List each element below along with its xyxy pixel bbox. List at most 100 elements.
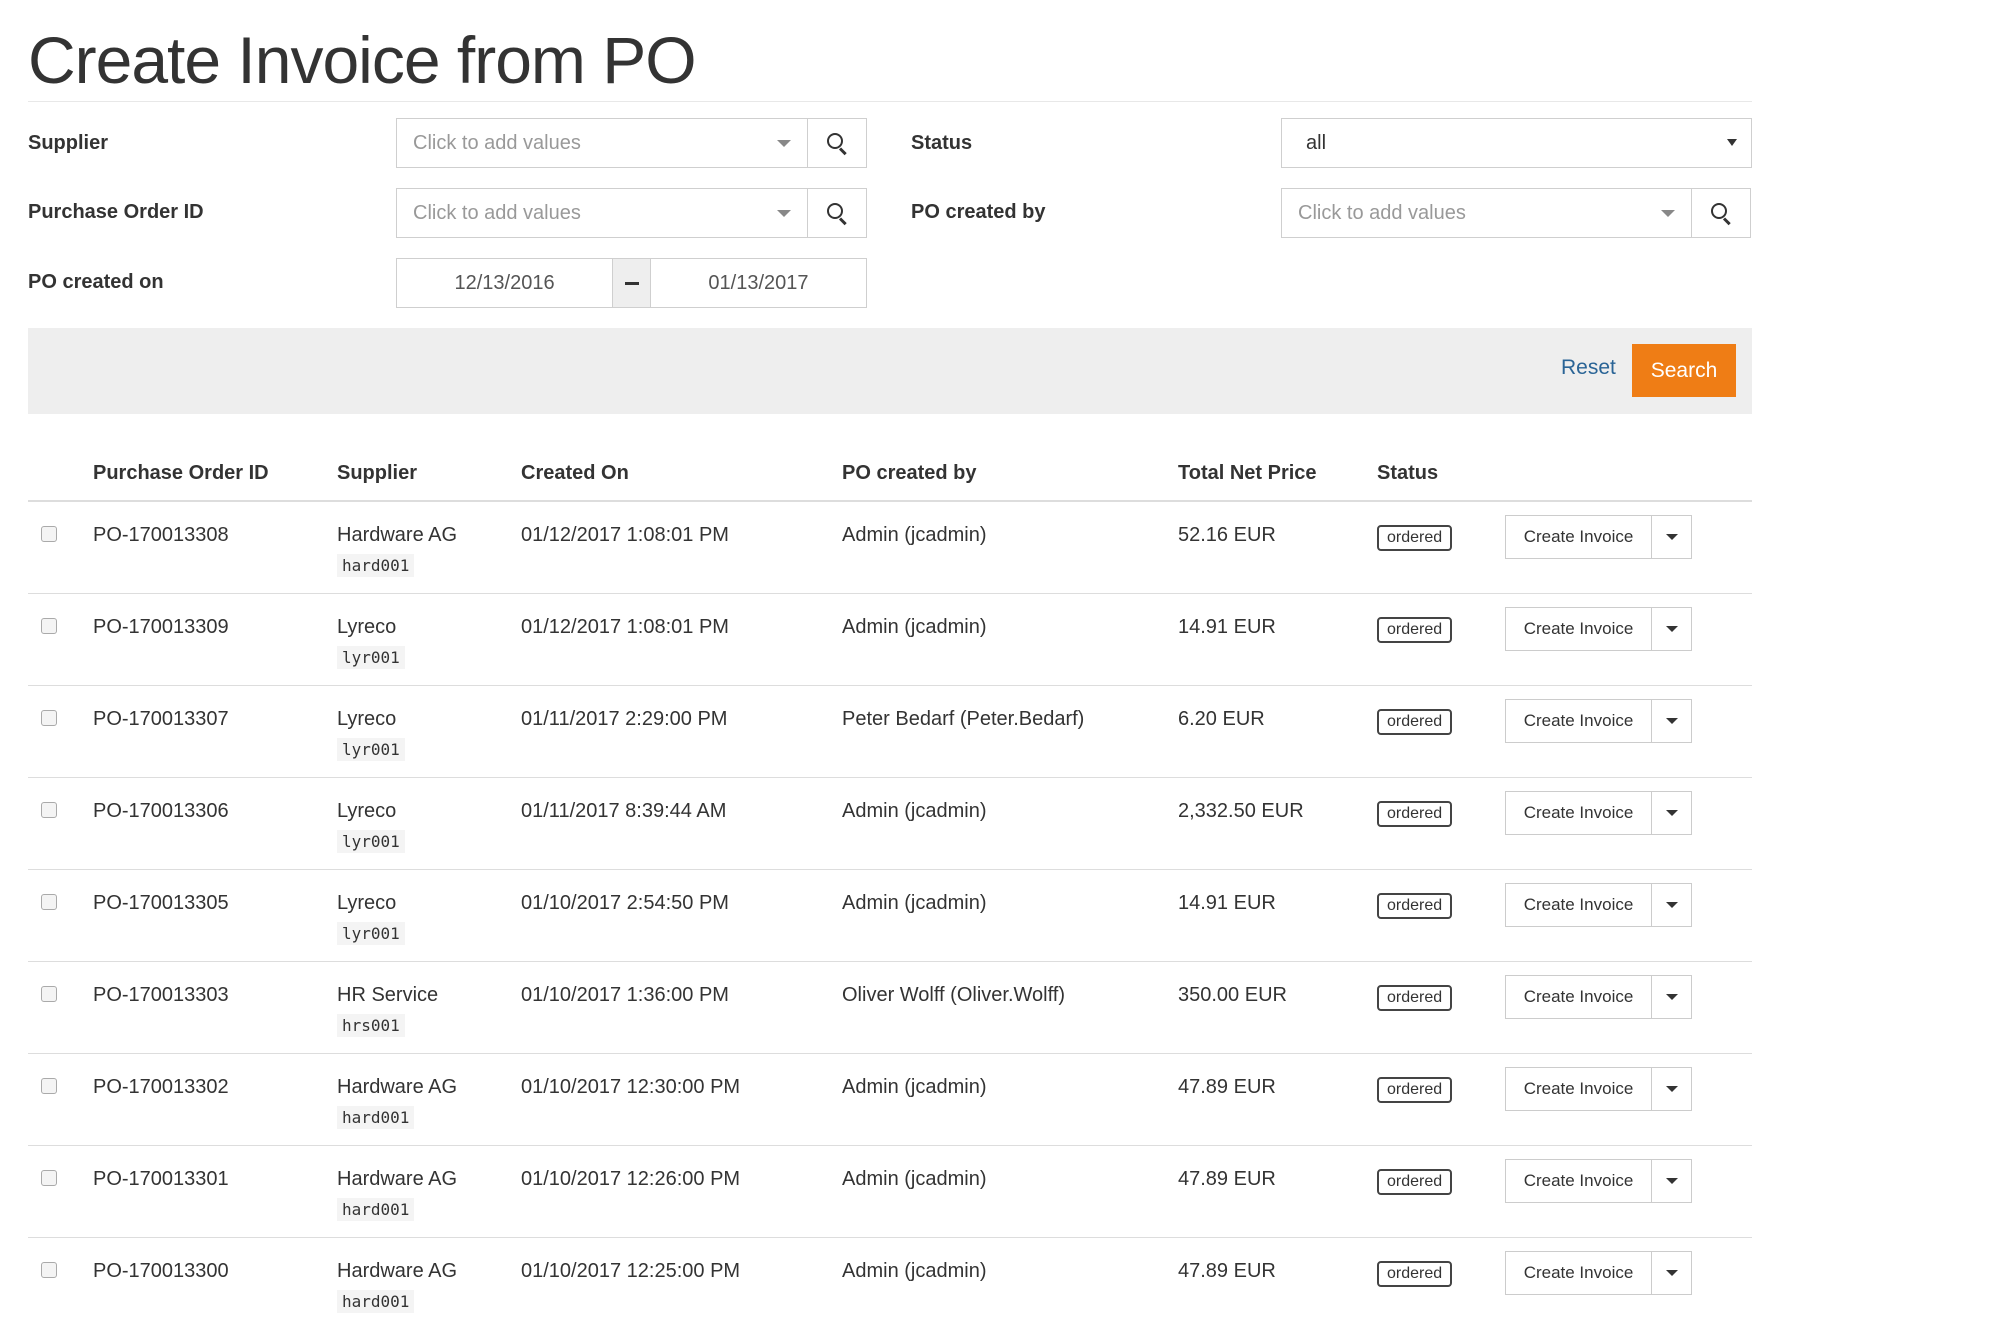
chevron-down-icon[interactable]: [777, 140, 791, 147]
create-invoice-button[interactable]: Create Invoice: [1506, 1160, 1651, 1202]
supplier-code: lyr001: [337, 738, 405, 761]
supplier-code: hard001: [337, 1290, 415, 1313]
po-created-by-input[interactable]: Click to add values: [1282, 189, 1691, 237]
status-label: Status: [911, 132, 973, 154]
search-button[interactable]: Search: [1632, 344, 1736, 397]
created-by: Admin (jcadmin): [842, 800, 987, 822]
po-created-by-search-button[interactable]: [1691, 189, 1750, 237]
create-invoice-dropdown-toggle[interactable]: [1651, 1160, 1691, 1202]
create-invoice-split-button: Create Invoice: [1505, 699, 1692, 743]
create-invoice-button[interactable]: Create Invoice: [1506, 1252, 1651, 1294]
net-price: 47.89 EUR: [1178, 1076, 1276, 1098]
supplier-code: lyr001: [337, 646, 405, 669]
purchase-order-id-combobox[interactable]: Click to add values: [396, 188, 867, 238]
po-id: PO-170013301: [93, 1168, 229, 1190]
create-invoice-dropdown-toggle[interactable]: [1651, 976, 1691, 1018]
search-icon: [826, 202, 848, 226]
net-price: 14.91 EUR: [1178, 892, 1276, 914]
caret-down-icon: [1665, 994, 1678, 1000]
row-checkbox[interactable]: [41, 1170, 57, 1186]
supplier-code: hrs001: [337, 1014, 405, 1037]
net-price: 2,332.50 EUR: [1178, 800, 1304, 822]
supplier-code: hard001: [337, 1106, 415, 1129]
caret-down-icon: [1727, 139, 1737, 146]
create-invoice-button[interactable]: Create Invoice: [1506, 516, 1651, 558]
table-row: PO-170013302 Hardware AG hard001 01/10/2…: [28, 1054, 1752, 1146]
row-checkbox[interactable]: [41, 618, 57, 634]
purchase-order-id-input[interactable]: Click to add values: [397, 189, 807, 237]
supplier-name: Hardware AG: [337, 1076, 458, 1098]
date-range-separator: [612, 259, 651, 307]
status-badge: ordered: [1377, 1077, 1453, 1103]
create-invoice-dropdown-toggle[interactable]: [1651, 792, 1691, 834]
po-created-by-label: PO created by: [911, 201, 1046, 223]
date-from-input[interactable]: 12/13/2016: [397, 259, 612, 307]
create-invoice-dropdown-toggle[interactable]: [1651, 884, 1691, 926]
create-invoice-dropdown-toggle[interactable]: [1651, 608, 1691, 650]
status-badge: ordered: [1377, 525, 1453, 551]
net-price: 350.00 EUR: [1178, 984, 1287, 1006]
create-invoice-button[interactable]: Create Invoice: [1506, 792, 1651, 834]
supplier-code: lyr001: [337, 830, 405, 853]
page-title: Create Invoice from PO: [28, 23, 697, 97]
caret-down-icon: [1665, 810, 1678, 816]
create-invoice-split-button: Create Invoice: [1505, 607, 1692, 651]
net-price: 52.16 EUR: [1178, 524, 1276, 546]
created-on: 01/10/2017 12:30:00 PM: [521, 1076, 741, 1098]
row-checkbox[interactable]: [41, 1078, 57, 1094]
row-checkbox[interactable]: [41, 986, 57, 1002]
column-header-purchase-order-id: Purchase Order ID: [93, 462, 269, 484]
caret-down-icon: [1665, 718, 1678, 724]
supplier-name: Hardware AG: [337, 1168, 458, 1190]
supplier-name: Hardware AG: [337, 524, 458, 546]
create-invoice-button[interactable]: Create Invoice: [1506, 884, 1651, 926]
supplier-combobox[interactable]: Click to add values: [396, 118, 867, 168]
row-checkbox[interactable]: [41, 710, 57, 726]
table-row: PO-170013309 Lyreco lyr001 01/12/2017 1:…: [28, 594, 1752, 686]
row-checkbox[interactable]: [41, 526, 57, 542]
created-by: Admin (jcadmin): [842, 616, 987, 638]
supplier-name: Hardware AG: [337, 1260, 458, 1282]
create-invoice-dropdown-toggle[interactable]: [1651, 516, 1691, 558]
reset-link[interactable]: Reset: [1561, 356, 1616, 380]
row-checkbox[interactable]: [41, 1262, 57, 1278]
chevron-down-icon[interactable]: [1661, 210, 1675, 217]
create-invoice-dropdown-toggle[interactable]: [1651, 1252, 1691, 1294]
po-created-by-placeholder: Click to add values: [1298, 201, 1466, 224]
supplier-code: hard001: [337, 554, 415, 577]
supplier-input[interactable]: Click to add values: [397, 119, 807, 167]
create-invoice-button[interactable]: Create Invoice: [1506, 1068, 1651, 1110]
row-checkbox[interactable]: [41, 894, 57, 910]
supplier-name: Lyreco: [337, 892, 397, 914]
created-by: Admin (jcadmin): [842, 1168, 987, 1190]
date-to-input[interactable]: 01/13/2017: [651, 259, 866, 307]
net-price: 47.89 EUR: [1178, 1168, 1276, 1190]
po-id: PO-170013306: [93, 800, 229, 822]
supplier-name: HR Service: [337, 984, 439, 1006]
search-icon: [826, 132, 848, 156]
supplier-search-button[interactable]: [807, 119, 866, 167]
caret-down-icon: [1665, 1178, 1678, 1184]
caret-down-icon: [1665, 626, 1678, 632]
supplier-code: lyr001: [337, 922, 405, 945]
column-header-supplier: Supplier: [337, 462, 418, 484]
supplier-code: hard001: [337, 1198, 415, 1221]
create-invoice-split-button: Create Invoice: [1505, 1251, 1692, 1295]
create-invoice-split-button: Create Invoice: [1505, 883, 1692, 927]
po-created-by-combobox[interactable]: Click to add values: [1281, 188, 1751, 238]
supplier-placeholder: Click to add values: [413, 131, 581, 154]
create-invoice-dropdown-toggle[interactable]: [1651, 700, 1691, 742]
po-id: PO-170013303: [93, 984, 229, 1006]
table-row: PO-170013306 Lyreco lyr001 01/11/2017 8:…: [28, 778, 1752, 870]
search-icon: [1710, 202, 1732, 226]
created-by: Peter Bedarf (Peter.Bedarf): [842, 708, 1085, 730]
chevron-down-icon[interactable]: [777, 210, 791, 217]
status-badge: ordered: [1377, 709, 1453, 735]
create-invoice-button[interactable]: Create Invoice: [1506, 976, 1651, 1018]
create-invoice-dropdown-toggle[interactable]: [1651, 1068, 1691, 1110]
status-select[interactable]: all: [1281, 118, 1752, 168]
purchase-order-id-search-button[interactable]: [807, 189, 866, 237]
row-checkbox[interactable]: [41, 802, 57, 818]
create-invoice-button[interactable]: Create Invoice: [1506, 608, 1651, 650]
create-invoice-button[interactable]: Create Invoice: [1506, 700, 1651, 742]
